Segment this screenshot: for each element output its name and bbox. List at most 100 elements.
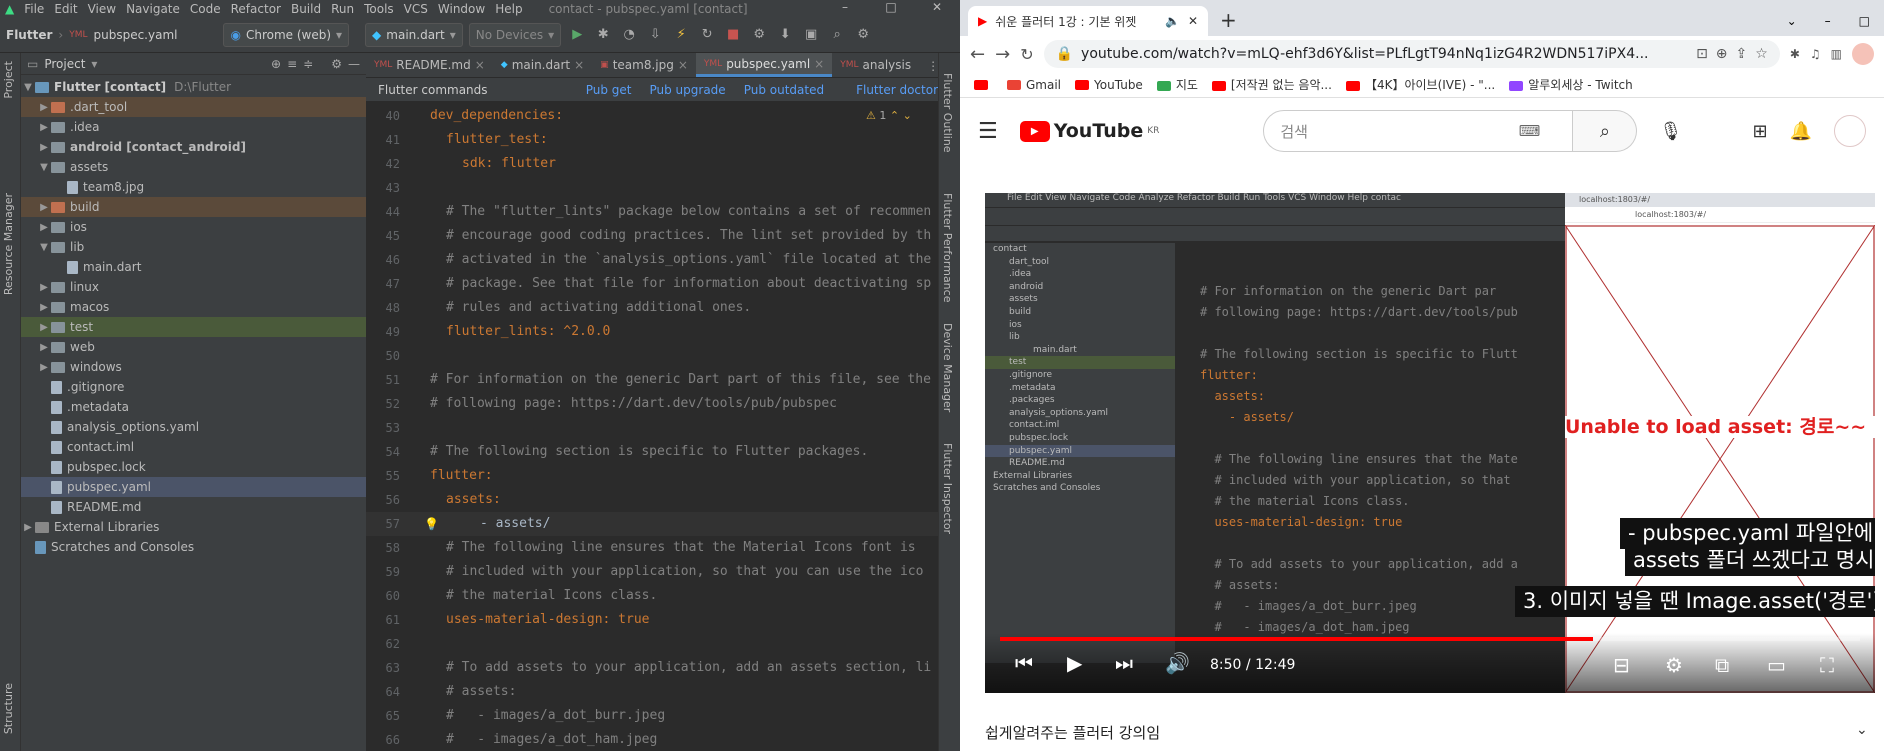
structure-tool-tab[interactable]: Structure xyxy=(2,683,15,734)
hot-reload-icon[interactable]: ⚡ xyxy=(671,25,691,45)
video-progress-bar[interactable] xyxy=(1000,637,1860,641)
zoom-icon[interactable]: ⊕ xyxy=(1716,46,1728,62)
close-tab-icon[interactable]: × xyxy=(678,58,688,72)
bulb-icon[interactable]: 💡 xyxy=(424,512,439,536)
tree-item[interactable]: ▼ assets xyxy=(21,157,366,177)
menu-item-view[interactable]: View xyxy=(83,2,121,16)
settings-icon[interactable]: ⚙ xyxy=(853,25,873,45)
menu-item-code[interactable]: Code xyxy=(185,2,226,16)
miniplayer-icon[interactable]: ⧉ xyxy=(1715,653,1729,677)
menu-item-vcs[interactable]: VCS xyxy=(399,2,433,16)
media-icon[interactable]: ♫ xyxy=(1810,47,1821,61)
tree-item[interactable]: .metadata xyxy=(21,397,366,417)
bookmark-item[interactable] xyxy=(974,78,993,92)
tab-search-icon[interactable]: ⌄ xyxy=(1773,14,1811,36)
reload-icon[interactable]: ↻ xyxy=(1020,45,1033,64)
chevron-right-icon[interactable]: ▶ xyxy=(37,322,51,333)
project-view-selector[interactable]: Project xyxy=(44,57,85,71)
tree-item[interactable]: analysis_options.yaml xyxy=(21,417,366,437)
editor-tab[interactable]: YML analysis xyxy=(832,53,919,77)
bookmark-item[interactable]: [저작권 없는 음악... xyxy=(1211,76,1332,93)
chevron-right-icon[interactable]: ▶ xyxy=(37,122,51,133)
pub-outdated-link[interactable]: Pub outdated xyxy=(744,83,824,97)
tree-item[interactable]: pubspec.lock xyxy=(21,457,366,477)
resource-manager-tool-tab[interactable]: Resource Manager xyxy=(2,193,15,295)
close-tab-icon[interactable]: × xyxy=(475,58,485,72)
tree-item[interactable]: .gitignore xyxy=(21,377,366,397)
flutter-doctor-link[interactable]: Flutter doctor xyxy=(856,83,938,97)
new-tab-icon[interactable]: + xyxy=(1208,8,1249,36)
flutter-performance-tool-tab[interactable]: Flutter Performance xyxy=(941,193,954,302)
search-icon[interactable]: ⌕ xyxy=(827,25,847,45)
editor-tab[interactable]: YML pubspec.yaml × xyxy=(695,53,833,77)
chevron-right-icon[interactable]: ▶ xyxy=(37,282,51,293)
tree-item[interactable]: ▶ External Libraries xyxy=(21,517,366,537)
chevron-right-icon[interactable]: ▶ xyxy=(37,342,51,353)
tree-item[interactable]: ▶ macos xyxy=(21,297,366,317)
tree-item[interactable]: Scratches and Consoles xyxy=(21,537,366,557)
flutter-inspector-tool-tab[interactable]: Flutter Inspector xyxy=(941,443,954,534)
tree-item[interactable]: ▶ .dart_tool xyxy=(21,97,366,117)
chevron-right-icon[interactable]: ▶ xyxy=(37,222,51,233)
menu-item-edit[interactable]: Edit xyxy=(49,2,82,16)
more-tabs-icon[interactable]: ⋮ xyxy=(919,59,938,77)
share-icon[interactable]: ⇪ xyxy=(1736,46,1748,62)
sdk-manager-icon[interactable]: ⬇ xyxy=(775,25,795,45)
tree-item[interactable]: README.md xyxy=(21,497,366,517)
breadcrumb-file[interactable]: pubspec.yaml xyxy=(93,28,177,42)
expand-description-icon[interactable]: ⌄ xyxy=(1856,722,1868,738)
locate-icon[interactable]: ⊕ xyxy=(271,57,281,71)
forward-icon[interactable]: → xyxy=(995,44,1010,65)
collapse-all-icon[interactable]: ≡ xyxy=(287,57,297,71)
chevron-down-icon[interactable]: ▾ xyxy=(91,57,97,71)
chevron-right-icon[interactable]: ▶ xyxy=(37,362,51,373)
bookmark-item[interactable]: Gmail xyxy=(1007,78,1061,92)
bookmark-item[interactable]: 【4K】아이브(IVE) - "... xyxy=(1345,76,1495,93)
run-icon[interactable]: ▶ xyxy=(567,25,587,45)
previous-icon[interactable]: ⏮ xyxy=(1015,651,1033,675)
flutter-inspector-icon[interactable]: ⚙ xyxy=(749,25,769,45)
menu-item-file[interactable]: File xyxy=(19,2,49,16)
device-manager-tool-tab[interactable]: Device Manager xyxy=(941,323,954,412)
chevron-right-icon[interactable]: ▶ xyxy=(37,302,51,313)
bookmark-star-icon[interactable]: ☆ xyxy=(1755,46,1768,62)
menu-item-window[interactable]: Window xyxy=(433,2,490,16)
back-icon[interactable]: ← xyxy=(970,44,985,65)
maximize-icon[interactable]: □ xyxy=(868,0,914,17)
close-icon[interactable]: ✕ xyxy=(914,0,960,17)
video-player[interactable]: File Edit View Navigate Code Analyze Ref… xyxy=(985,193,1875,693)
audio-icon[interactable]: 🔈 xyxy=(1165,14,1180,28)
device-selector[interactable]: ◉ Chrome (web) ▾ xyxy=(223,22,350,47)
fullscreen-icon[interactable]: ⛶ xyxy=(1820,653,1834,677)
minimize-icon[interactable]: – xyxy=(822,0,868,17)
minimize-icon[interactable]: – xyxy=(1811,14,1845,36)
tree-item[interactable]: ▶ windows xyxy=(21,357,366,377)
play-icon[interactable]: ▶ xyxy=(1067,651,1082,675)
avd-manager-icon[interactable]: ▣ xyxy=(801,25,821,45)
tree-item[interactable]: ▶ test xyxy=(21,317,366,337)
create-video-icon[interactable]: ⊞ xyxy=(1752,121,1767,142)
tree-item[interactable]: ▶ linux xyxy=(21,277,366,297)
stop-icon[interactable]: ■ xyxy=(723,25,743,45)
editor-tab[interactable]: ▣ team8.jpg × xyxy=(592,53,696,77)
microphone-icon[interactable]: 🎙 xyxy=(1659,121,1682,142)
menu-item-tools[interactable]: Tools xyxy=(359,2,399,16)
profile-avatar[interactable] xyxy=(1852,43,1874,65)
volume-icon[interactable]: 🔊 xyxy=(1165,651,1190,675)
pub-upgrade-link[interactable]: Pub upgrade xyxy=(649,83,725,97)
chevron-right-icon[interactable]: ▶ xyxy=(37,202,51,213)
run-config-selector[interactable]: ◆ main.dart ▾ xyxy=(365,22,463,47)
chevron-right-icon[interactable]: ▶ xyxy=(37,102,51,113)
attach-icon[interactable]: ⇩ xyxy=(645,25,665,45)
url-bar[interactable]: 🔒 youtube.com/watch?v=mLQ-ehf3d6Y&list=P… xyxy=(1043,40,1780,68)
install-icon[interactable]: ⊡ xyxy=(1696,46,1708,62)
chevron-right-icon[interactable]: ▶ xyxy=(37,142,51,153)
chevron-down-icon[interactable]: ▼ xyxy=(37,242,51,253)
subtitles-icon[interactable]: ⊟ xyxy=(1613,653,1630,677)
sidepanel-icon[interactable]: ▥ xyxy=(1831,47,1842,61)
close-tab-icon[interactable]: × xyxy=(574,58,584,72)
editor-tab[interactable]: YML README.md × xyxy=(366,53,493,77)
gear-icon[interactable]: ⚙ xyxy=(331,57,342,71)
tree-item[interactable]: main.dart xyxy=(21,257,366,277)
editor-tab[interactable]: ◆ main.dart × xyxy=(493,53,592,77)
